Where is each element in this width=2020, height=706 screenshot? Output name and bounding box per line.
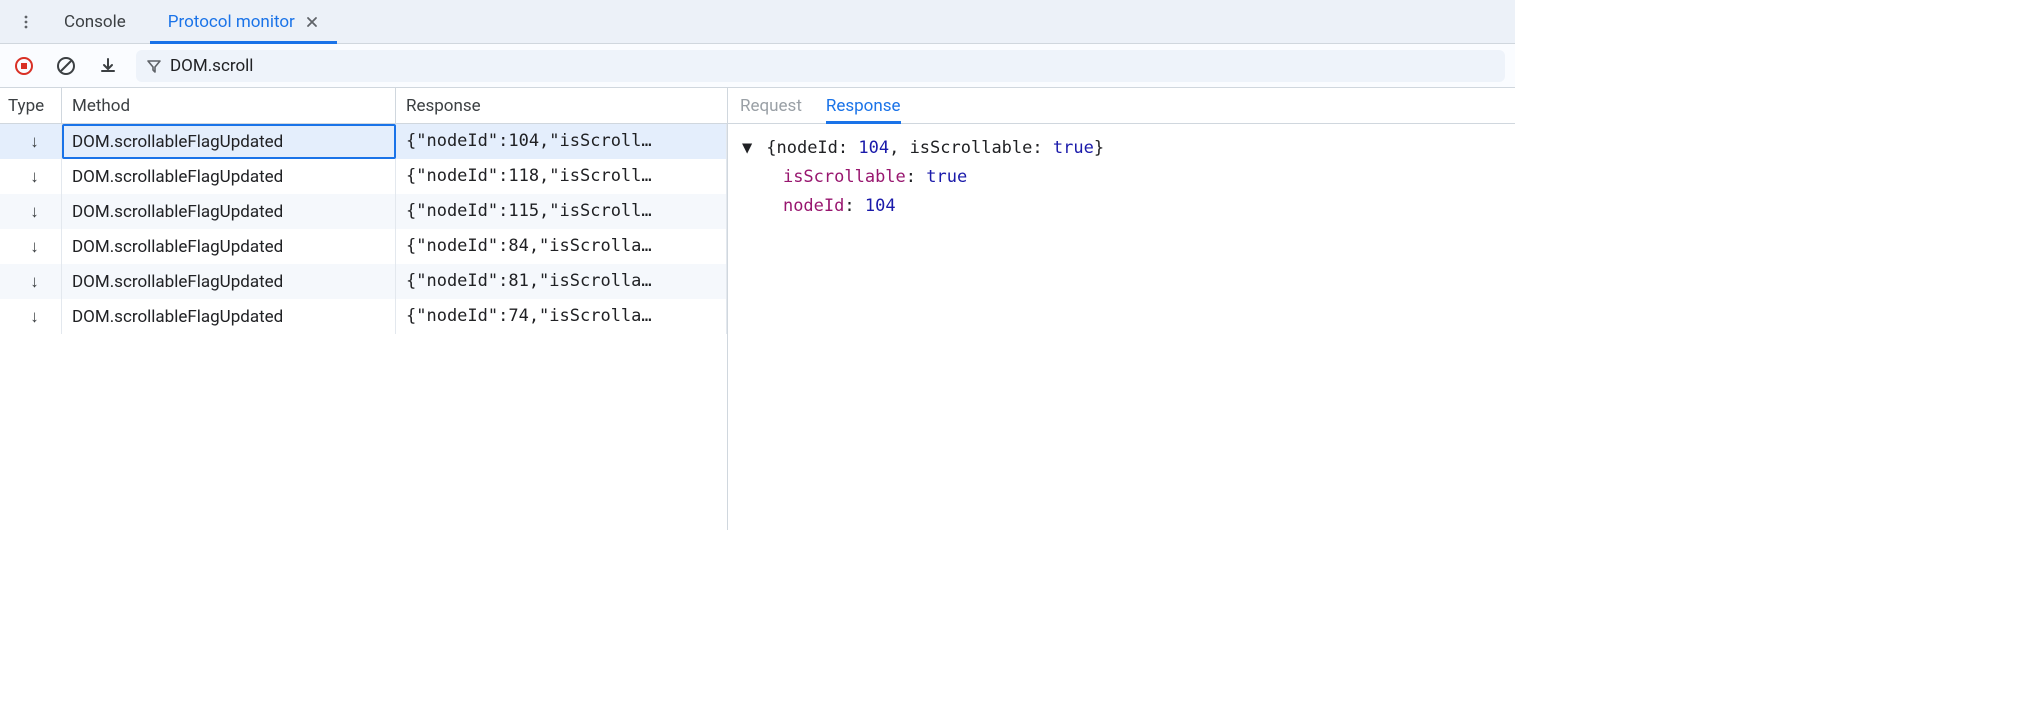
- method-cell: DOM.scrollableFlagUpdated: [62, 299, 396, 334]
- filter-field[interactable]: [136, 50, 1505, 82]
- method-cell: DOM.scrollableFlagUpdated: [62, 159, 396, 194]
- tab-close-button[interactable]: [305, 15, 319, 29]
- tab-response[interactable]: Response: [826, 88, 901, 124]
- direction-icon: ↓: [0, 124, 62, 159]
- response-cell: {"nodeId":104,"isScroll…: [396, 124, 727, 159]
- clear-icon: [56, 56, 76, 76]
- table-row[interactable]: ↓DOM.scrollableFlagUpdated{"nodeId":104,…: [0, 124, 727, 159]
- method-cell: DOM.scrollableFlagUpdated: [62, 124, 396, 159]
- grid-body: ↓DOM.scrollableFlagUpdated{"nodeId":104,…: [0, 124, 727, 530]
- column-header-response[interactable]: Response: [396, 88, 727, 123]
- response-cell: {"nodeId":118,"isScroll…: [396, 159, 727, 194]
- direction-icon: ↓: [0, 159, 62, 194]
- column-header-method[interactable]: Method: [62, 88, 396, 123]
- more-menu-button[interactable]: [12, 8, 40, 36]
- response-cell: {"nodeId":74,"isScrolla…: [396, 299, 727, 334]
- table-row[interactable]: ↓DOM.scrollableFlagUpdated{"nodeId":81,"…: [0, 264, 727, 299]
- tab-protocol-monitor[interactable]: Protocol monitor: [150, 0, 337, 44]
- detail-tabs: Request Response: [728, 88, 1515, 124]
- table-row[interactable]: ↓DOM.scrollableFlagUpdated{"nodeId":74,"…: [0, 299, 727, 334]
- event-grid: Type Method Response ↓DOM.scrollableFlag…: [0, 88, 728, 530]
- direction-icon: ↓: [0, 194, 62, 229]
- method-cell: DOM.scrollableFlagUpdated: [62, 229, 396, 264]
- table-row[interactable]: ↓DOM.scrollableFlagUpdated{"nodeId":115,…: [0, 194, 727, 229]
- direction-icon: ↓: [0, 264, 62, 299]
- clear-button[interactable]: [52, 52, 80, 80]
- tab-console[interactable]: Console: [46, 0, 144, 44]
- tree-root[interactable]: ▼ {nodeId: 104, isScrollable: true}: [742, 134, 1501, 163]
- method-cell: DOM.scrollableFlagUpdated: [62, 264, 396, 299]
- table-row[interactable]: ↓DOM.scrollableFlagUpdated{"nodeId":84,"…: [0, 229, 727, 264]
- column-header-type[interactable]: Type: [0, 88, 62, 123]
- download-icon: [98, 56, 118, 76]
- record-button[interactable]: [10, 52, 38, 80]
- response-cell: {"nodeId":84,"isScrolla…: [396, 229, 727, 264]
- direction-icon: ↓: [0, 229, 62, 264]
- response-tree: ▼ {nodeId: 104, isScrollable: true} isSc…: [728, 124, 1515, 231]
- response-cell: {"nodeId":81,"isScrolla…: [396, 264, 727, 299]
- save-button[interactable]: [94, 52, 122, 80]
- main-split: Type Method Response ↓DOM.scrollableFlag…: [0, 88, 1515, 530]
- grid-header: Type Method Response: [0, 88, 727, 124]
- detail-pane: Request Response ▼ {nodeId: 104, isScrol…: [728, 88, 1515, 530]
- caret-down-icon: ▼: [742, 134, 756, 163]
- filter-icon: [146, 58, 162, 74]
- method-cell: DOM.scrollableFlagUpdated: [62, 194, 396, 229]
- direction-icon: ↓: [0, 299, 62, 334]
- tab-label: Protocol monitor: [168, 12, 295, 32]
- tree-leaf[interactable]: isScrollable: true: [742, 163, 1501, 192]
- response-cell: {"nodeId":115,"isScroll…: [396, 194, 727, 229]
- more-vertical-icon: [18, 14, 34, 30]
- filter-input[interactable]: [170, 56, 1495, 76]
- table-row[interactable]: ↓DOM.scrollableFlagUpdated{"nodeId":118,…: [0, 159, 727, 194]
- tree-leaf[interactable]: nodeId: 104: [742, 192, 1501, 221]
- close-icon: [305, 15, 319, 29]
- tab-request[interactable]: Request: [740, 88, 802, 124]
- tab-label: Console: [64, 12, 126, 32]
- devtools-tabbar: Console Protocol monitor: [0, 0, 1515, 44]
- protocol-toolbar: [0, 44, 1515, 88]
- record-icon: [14, 56, 34, 76]
